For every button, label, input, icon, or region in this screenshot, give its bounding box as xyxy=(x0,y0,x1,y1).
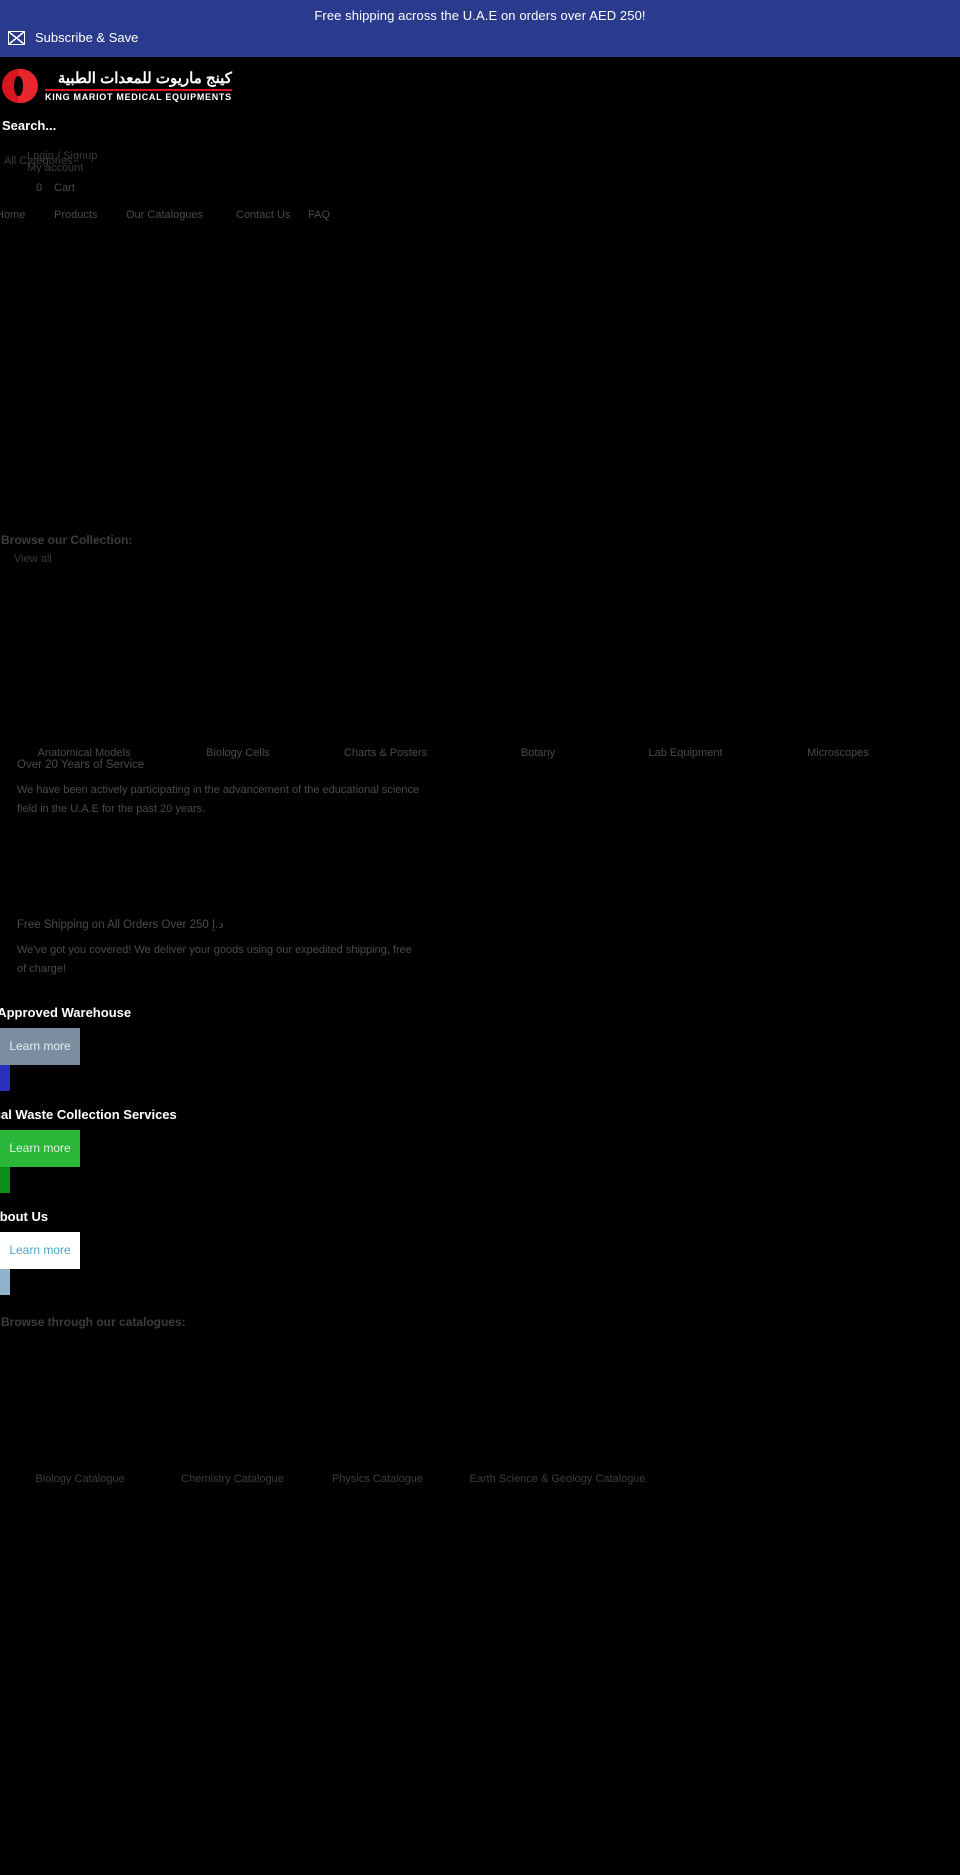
catalogue-label[interactable]: Earth Science & Geology Catalogue xyxy=(450,1471,665,1488)
catalogue-thumbnail xyxy=(450,1342,665,1471)
promo-title: Media: About Us xyxy=(0,1208,49,1224)
announcement-message: Free shipping across the U.A.E on orders… xyxy=(314,8,646,23)
catalogue-label[interactable]: Chemistry Catalogue xyxy=(160,1471,305,1488)
promo-accent-rail xyxy=(0,1268,10,1295)
category-label[interactable]: Botany xyxy=(463,747,613,759)
promo-card-media-about-us: Media: About Us Learn more xyxy=(0,1209,960,1295)
catalogue-thumbnail xyxy=(0,1342,160,1471)
catalogues-heading: Browse through our catalogues: xyxy=(1,1314,186,1329)
envelope-icon xyxy=(8,30,25,45)
promo-learn-more-button[interactable]: Learn more xyxy=(0,1231,80,1269)
promo-learn-more-button[interactable]: Learn more xyxy=(0,1129,80,1167)
feature-title: Over 20 Years of Service xyxy=(17,759,145,771)
collection-section: Browse our Collection: View all Anatomic… xyxy=(0,529,960,759)
category-card-botany[interactable]: Botany xyxy=(463,627,613,759)
promo-card-chemical-waste-collection: Chemical Waste Collection Services Learn… xyxy=(0,1107,960,1193)
category-label[interactable]: Microscopes xyxy=(758,747,918,759)
promo-accent-rail xyxy=(0,1166,10,1193)
hero-banner-slideshow[interactable] xyxy=(0,229,960,529)
nav-item-home[interactable]: Home xyxy=(0,209,54,221)
logo-english-name: KING MARIOT MEDICAL EQUIPMENTS xyxy=(45,91,232,102)
search-row xyxy=(0,111,960,137)
category-thumbnail xyxy=(168,627,308,747)
catalogue-card-physics[interactable]: Physics Catalogue xyxy=(305,1342,450,1488)
feature-free-shipping: Free Shipping on All Orders Over 250 د.إ… xyxy=(0,917,420,979)
site-logo[interactable]: كينج ماريوت للمعدات الطبية KING MARIOT M… xyxy=(0,57,960,111)
cart-count: 0 xyxy=(36,182,43,194)
feature-body: We've got you covered! We deliver your g… xyxy=(17,943,412,975)
category-card-anatomical-models[interactable]: Anatomical Models xyxy=(0,627,168,759)
promo-card-list: DOH-Approved Warehouse Learn more Chemic… xyxy=(0,1005,960,1295)
category-card-biology-cells[interactable]: Biology Cells xyxy=(168,627,308,759)
logo-arabic-name: كينج ماريوت للمعدات الطبية xyxy=(57,69,232,87)
category-label[interactable]: Biology Cells xyxy=(168,747,308,759)
category-thumbnail xyxy=(613,627,758,747)
logo-divider xyxy=(45,88,232,91)
catalogues-section: Browse through our catalogues: Biology C… xyxy=(0,1315,960,1488)
nav-item-contact-us[interactable]: Contact Us xyxy=(236,209,308,221)
nav-item-our-catalogues[interactable]: Our Catalogues xyxy=(126,209,236,221)
subscribe-and-save-link[interactable]: Subscribe & Save xyxy=(0,30,960,57)
catalogue-card-chemistry[interactable]: Chemistry Catalogue xyxy=(160,1342,305,1488)
king-mariot-logo-icon xyxy=(2,67,38,105)
catalogue-card-earth-science-geology[interactable]: Earth Science & Geology Catalogue xyxy=(450,1342,665,1488)
category-card-lab-equipment[interactable]: Lab Equipment xyxy=(613,627,758,759)
promo-title: Chemical Waste Collection Services xyxy=(0,1106,177,1122)
cart-link[interactable]: 0 Cart xyxy=(36,182,75,194)
promo-learn-more-button[interactable]: Learn more xyxy=(0,1027,80,1065)
promo-title: DOH-Approved Warehouse xyxy=(0,1004,132,1020)
catalogue-thumbnail xyxy=(305,1342,450,1471)
category-thumbnail xyxy=(463,627,613,747)
cart-label: Cart xyxy=(54,182,75,194)
category-label[interactable]: Anatomical Models xyxy=(0,747,168,759)
feature-body: We have been actively participating in t… xyxy=(17,784,420,815)
feature-over-20-years: Over 20 Years of Service We have been ac… xyxy=(0,759,420,819)
account-cluster: All Categories Login / Signup My account… xyxy=(0,141,960,199)
category-thumbnail xyxy=(758,627,918,747)
catalogue-label[interactable]: Physics Catalogue xyxy=(305,1471,450,1488)
feature-title: Free Shipping on All Orders Over 250 د.إ xyxy=(17,918,224,931)
main-navigation: Home Products Our Catalogues Contact Us … xyxy=(0,199,960,229)
search-input[interactable] xyxy=(2,118,222,133)
catalogue-label[interactable]: Biology Catalogue xyxy=(0,1471,160,1488)
category-thumbnail xyxy=(308,627,463,747)
feature-spacer xyxy=(0,819,960,917)
my-account-link[interactable]: My account xyxy=(27,162,83,174)
site-header: كينج ماريوت للمعدات الطبية KING MARIOT M… xyxy=(0,57,960,229)
login-signup-link[interactable]: Login / Signup xyxy=(27,150,97,162)
nav-item-products[interactable]: Products xyxy=(54,209,126,221)
subscribe-and-save-label: Subscribe & Save xyxy=(35,30,139,45)
catalogue-card-biology[interactable]: Biology Catalogue xyxy=(0,1342,160,1488)
category-label[interactable]: Charts & Posters xyxy=(308,747,463,759)
category-card-microscopes[interactable]: Microscopes xyxy=(758,627,918,759)
collection-view-all-link[interactable]: View all xyxy=(0,547,960,565)
collection-heading: Browse our Collection: xyxy=(1,533,133,547)
collection-category-strip: Anatomical Models Biology Cells Charts &… xyxy=(0,579,960,759)
category-thumbnail xyxy=(0,627,168,747)
announcement-bar: Free shipping across the U.A.E on orders… xyxy=(0,0,960,57)
promo-card-doh-approved-warehouse: DOH-Approved Warehouse Learn more xyxy=(0,1005,960,1091)
catalogue-thumbnail xyxy=(160,1342,305,1471)
category-card-charts-and-posters[interactable]: Charts & Posters xyxy=(308,627,463,759)
category-label[interactable]: Lab Equipment xyxy=(613,747,758,759)
promo-accent-rail xyxy=(0,1064,10,1091)
nav-item-faq[interactable]: FAQ xyxy=(308,209,348,221)
catalogue-strip: Biology Catalogue Chemistry Catalogue Ph… xyxy=(0,1342,960,1488)
